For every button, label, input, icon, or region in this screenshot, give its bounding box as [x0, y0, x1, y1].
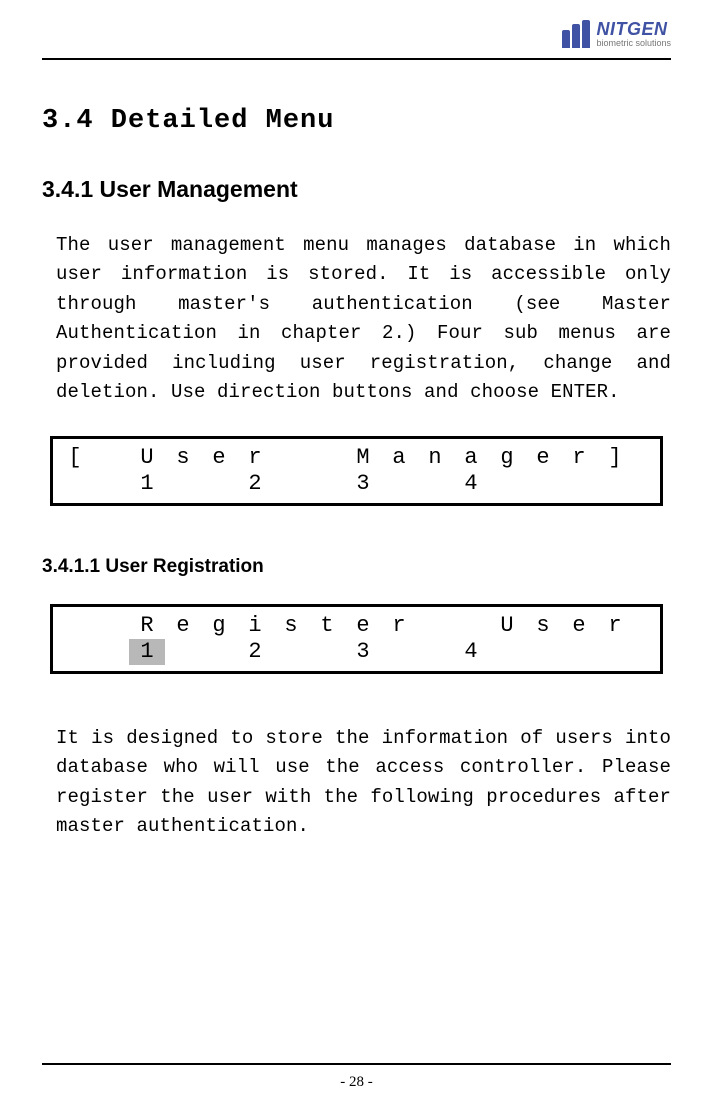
- lcd-cell: 3: [345, 471, 381, 497]
- lcd-cell: [561, 471, 597, 497]
- logo-subtitle: biometric solutions: [596, 39, 671, 48]
- lcd-cell: e: [165, 613, 201, 639]
- lcd-cell: e: [201, 445, 237, 471]
- lcd-cell: a: [453, 445, 489, 471]
- lcd-cell: [57, 639, 93, 665]
- logo-bars-icon: [562, 20, 590, 48]
- lcd-row: [UserManager]: [53, 445, 660, 471]
- lcd-cell: r: [597, 613, 633, 639]
- page-header: NITGEN biometric solutions: [42, 0, 671, 56]
- lcd-cell: i: [237, 613, 273, 639]
- lcd-cell: [417, 613, 453, 639]
- lcd-cell: 4: [453, 471, 489, 497]
- footer-divider: [42, 1063, 671, 1065]
- lcd-cell: [273, 471, 309, 497]
- lcd-cell: [201, 639, 237, 665]
- lcd-cell: [489, 639, 525, 665]
- lcd-row: RegisterUser: [53, 613, 660, 639]
- page-content: 3.4 Detailed Menu 3.4.1 User Management …: [42, 60, 671, 841]
- lcd-cell: g: [201, 613, 237, 639]
- subsection-heading: 3.4.1 User Management: [42, 176, 671, 203]
- lcd-cell: [309, 639, 345, 665]
- lcd-cell: t: [309, 613, 345, 639]
- lcd-cell: e: [345, 613, 381, 639]
- lcd-cell: a: [381, 445, 417, 471]
- lcd-cell: r: [561, 445, 597, 471]
- lcd-cell: [525, 639, 561, 665]
- lcd-cell: [309, 471, 345, 497]
- lcd-cell: [597, 471, 633, 497]
- lcd-cell: [597, 639, 633, 665]
- lcd-cell: [57, 471, 93, 497]
- page-number: - 28 -: [340, 1074, 373, 1090]
- lcd-cell: [93, 613, 129, 639]
- lcd-cell: 3: [345, 639, 381, 665]
- lcd-cell: [525, 471, 561, 497]
- lcd-cell: [165, 639, 201, 665]
- paragraph-user-management: The user management menu manages databas…: [42, 231, 671, 408]
- lcd-cell: e: [525, 445, 561, 471]
- lcd-display-user-manager: [UserManager] 1234: [50, 436, 663, 506]
- logo-title: NITGEN: [596, 20, 671, 38]
- paragraph-register-user: It is designed to store the information …: [42, 724, 671, 842]
- logo-text: NITGEN biometric solutions: [596, 20, 671, 48]
- lcd-cell: U: [489, 613, 525, 639]
- lcd-cell: [381, 639, 417, 665]
- lcd-cell: s: [165, 445, 201, 471]
- lcd-cell: ]: [597, 445, 633, 471]
- lcd-cell: 1: [129, 639, 165, 665]
- lcd-row: 1 2 3 4: [53, 471, 660, 497]
- lcd-cell: U: [129, 445, 165, 471]
- lcd-cell: 4: [453, 639, 489, 665]
- lcd-cell: [273, 639, 309, 665]
- lcd-display-register-user: RegisterUser 1234: [50, 604, 663, 674]
- lcd-row: 1 2 3 4: [53, 639, 660, 665]
- lcd-cell: [93, 639, 129, 665]
- page-footer: - 28 -: [42, 1063, 671, 1091]
- logo: NITGEN biometric solutions: [562, 20, 671, 48]
- lcd-cell: r: [381, 613, 417, 639]
- lcd-cell: [57, 613, 93, 639]
- lcd-cell: [165, 471, 201, 497]
- lcd-cell: [453, 613, 489, 639]
- subsubsection-heading: 3.4.1.1 User Registration: [42, 556, 671, 578]
- lcd-cell: 1: [129, 471, 165, 497]
- section-heading: 3.4 Detailed Menu: [42, 106, 671, 136]
- lcd-cell: e: [561, 613, 597, 639]
- lcd-cell: r: [237, 445, 273, 471]
- lcd-cell: [381, 471, 417, 497]
- lcd-cell: [93, 471, 129, 497]
- lcd-cell: s: [525, 613, 561, 639]
- lcd-cell: [273, 445, 309, 471]
- lcd-cell: [417, 471, 453, 497]
- lcd-cell: [: [57, 445, 93, 471]
- lcd-cell: g: [489, 445, 525, 471]
- lcd-cell: R: [129, 613, 165, 639]
- lcd-cell: [93, 445, 129, 471]
- lcd-cell: [201, 471, 237, 497]
- lcd-cell: [309, 445, 345, 471]
- lcd-cell: [417, 639, 453, 665]
- lcd-cell: [489, 471, 525, 497]
- lcd-cell: M: [345, 445, 381, 471]
- lcd-cell: 2: [237, 471, 273, 497]
- lcd-cell: 2: [237, 639, 273, 665]
- lcd-cell: s: [273, 613, 309, 639]
- lcd-cell: n: [417, 445, 453, 471]
- lcd-cell: [561, 639, 597, 665]
